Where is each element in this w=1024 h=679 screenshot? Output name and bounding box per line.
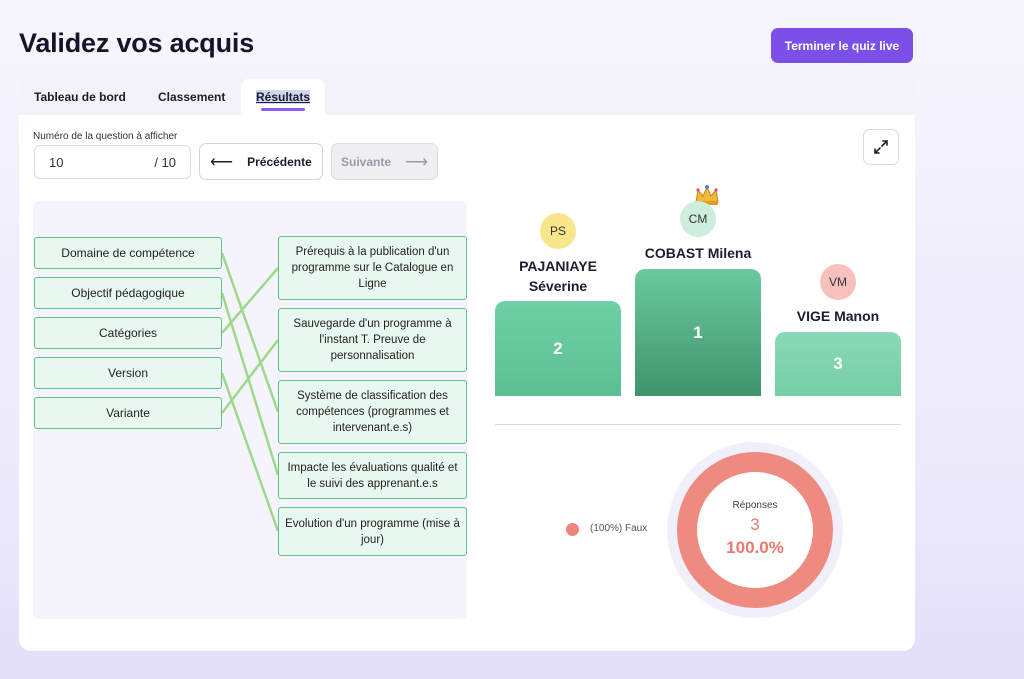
right-item-3: Impacte les évaluations qualité et le su… — [278, 452, 467, 499]
divider — [495, 424, 901, 425]
podium-third: 3 — [775, 332, 901, 396]
legend-dot-wrong — [566, 523, 579, 536]
avatar: CM — [680, 201, 716, 237]
participant-name: COBAST Milena — [644, 245, 752, 261]
left-item-4: Variante — [34, 397, 222, 429]
podium-first: 1 — [635, 269, 761, 396]
legend-label: (100%) Faux — [590, 523, 648, 534]
podium-second: 2 — [495, 301, 621, 396]
right-item-4: Evolution d'un programme (mise à jour) — [278, 507, 467, 556]
right-item-2: Système de classification des compétence… — [278, 380, 467, 444]
avatar: PS — [540, 213, 576, 249]
participant-name: PAJANIAYE Séverine — [519, 258, 597, 294]
match-link — [220, 372, 280, 532]
right-item-1: Sauvegarde d'un programme à l'instant T.… — [278, 308, 467, 372]
responses-count: 3 — [750, 515, 760, 534]
left-item-2: Catégories — [34, 317, 222, 349]
right-item-0: Prérequis à la publication d'un programm… — [278, 236, 467, 300]
left-item-3: Version — [34, 357, 222, 389]
responses-percent: 100.0% — [726, 538, 784, 557]
left-item-1: Objectif pédagogique — [34, 277, 222, 309]
left-item-0: Domaine de compétence — [34, 237, 222, 269]
responses-title: Réponses — [732, 500, 778, 511]
avatar: VM — [820, 264, 856, 300]
match-link — [220, 292, 280, 476]
match-link — [221, 339, 279, 414]
participant-name: VIGE Manon — [796, 308, 880, 324]
